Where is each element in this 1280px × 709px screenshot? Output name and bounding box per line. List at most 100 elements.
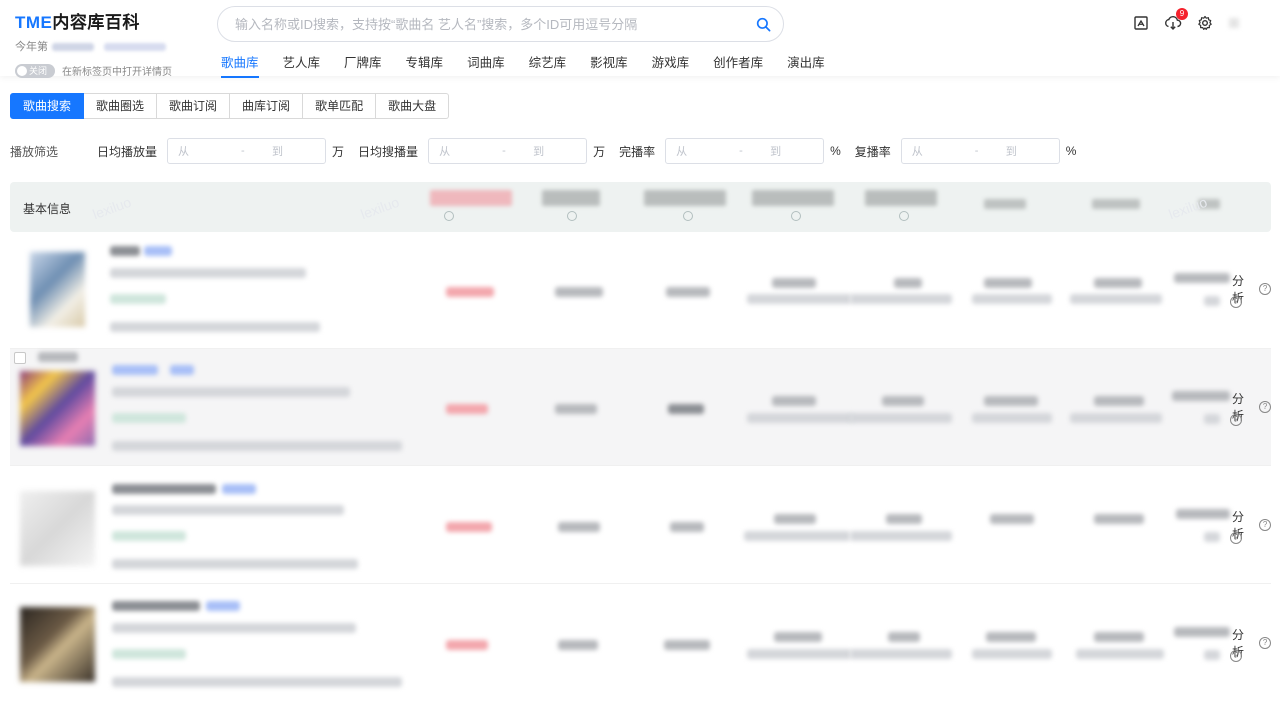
nav-song-library[interactable]: 歌曲库 xyxy=(221,52,259,78)
table-row[interactable]: 分析? ? xyxy=(10,349,1271,466)
nav-film-library[interactable]: 影视库 xyxy=(590,52,628,76)
redacted-value xyxy=(1204,414,1220,424)
filter-name: 日均搜播量 xyxy=(358,144,419,159)
redacted-value xyxy=(972,649,1052,659)
column-header-redacted[interactable] xyxy=(542,190,600,206)
album-cover[interactable] xyxy=(30,252,85,327)
redacted-value xyxy=(1070,413,1162,423)
album-cover[interactable] xyxy=(20,607,95,682)
redacted-value xyxy=(850,531,952,541)
help-icon[interactable]: ? xyxy=(1259,283,1271,295)
redacted-value xyxy=(558,640,598,650)
range-from[interactable]: 从 xyxy=(439,143,502,159)
gear-icon[interactable] xyxy=(1194,12,1216,34)
range-separator: - xyxy=(974,145,979,157)
range-to[interactable]: 到 xyxy=(770,143,781,159)
range-from[interactable]: 从 xyxy=(912,143,975,159)
filter-name: 完播率 xyxy=(619,144,656,159)
nav-album-library[interactable]: 专辑库 xyxy=(406,52,444,76)
nav-creator-library[interactable]: 创作者库 xyxy=(713,52,763,76)
tab-song-selection[interactable]: 歌曲圈选 xyxy=(84,93,158,119)
nav-artist-library[interactable]: 艺人库 xyxy=(283,52,321,76)
range-from[interactable]: 从 xyxy=(178,143,241,159)
nav-variety-library[interactable]: 综艺库 xyxy=(529,52,567,76)
redacted-value xyxy=(986,632,1036,642)
redacted-value xyxy=(1094,396,1144,406)
redacted-text xyxy=(112,387,350,397)
album-cover[interactable] xyxy=(20,491,95,566)
redacted-value xyxy=(747,294,851,304)
nav-label-library[interactable]: 厂牌库 xyxy=(344,52,382,76)
help-icon[interactable]: ? xyxy=(1259,519,1271,531)
help-icon[interactable]: ? xyxy=(1230,414,1242,426)
range-from[interactable]: 从 xyxy=(676,143,739,159)
sort-icon[interactable] xyxy=(791,211,801,221)
daily-search-plays-range[interactable]: 从- 到 xyxy=(428,138,588,164)
redacted-value xyxy=(1070,294,1162,304)
help-icon[interactable]: ? xyxy=(1230,650,1242,662)
nav-game-library[interactable]: 游戏库 xyxy=(652,52,690,76)
redacted-text xyxy=(110,322,320,332)
sort-icon[interactable] xyxy=(899,211,909,221)
library-nav: 歌曲库 艺人库 厂牌库 专辑库 词曲库 综艺库 影视库 游戏库 创作者库 演出库 xyxy=(221,52,849,78)
redacted-value xyxy=(666,287,710,297)
sort-icon[interactable] xyxy=(683,211,693,221)
new-tab-toggle[interactable]: 关闭 xyxy=(15,63,55,78)
column-header-redacted[interactable] xyxy=(430,190,512,206)
table-row[interactable]: 分析? ? xyxy=(10,232,1271,349)
redacted-text xyxy=(110,268,306,278)
redacted-value xyxy=(1176,509,1230,519)
nav-lyric-library[interactable]: 词曲库 xyxy=(467,52,505,76)
new-tab-toggle-label: 在新标签页中打开详情页 xyxy=(62,67,172,78)
redacted-value xyxy=(558,522,600,532)
redacted-value xyxy=(1076,649,1164,659)
completion-rate-range[interactable]: 从- 到 xyxy=(665,138,825,164)
redacted-value xyxy=(984,396,1038,406)
tab-playlist-match[interactable]: 歌单匹配 xyxy=(303,93,377,119)
search-input[interactable] xyxy=(235,16,743,32)
redacted-value xyxy=(1204,532,1220,542)
redacted-text xyxy=(112,365,158,375)
help-icon[interactable]: ? xyxy=(1230,532,1242,544)
range-separator: - xyxy=(502,145,506,157)
range-to[interactable]: 到 xyxy=(1006,143,1017,159)
filter-name: 复播率 xyxy=(854,144,891,159)
tab-song-subscription[interactable]: 歌曲订阅 xyxy=(157,93,231,119)
filter-unit: % xyxy=(830,144,841,158)
album-cover[interactable] xyxy=(20,371,95,446)
search-icon[interactable] xyxy=(743,7,783,41)
tab-library-subscription[interactable]: 曲库订阅 xyxy=(230,93,304,119)
range-to[interactable]: 到 xyxy=(272,143,283,159)
range-to[interactable]: 到 xyxy=(533,143,544,159)
row-select-checkbox[interactable] xyxy=(14,352,26,364)
help-icon[interactable]: ? xyxy=(1259,637,1271,649)
tab-song-dashboard[interactable]: 歌曲大盘 xyxy=(376,93,450,119)
replay-rate-range[interactable]: 从- 到 xyxy=(900,138,1060,164)
redacted-value xyxy=(555,404,597,414)
sort-icon[interactable] xyxy=(567,211,577,221)
nav-show-library[interactable]: 演出库 xyxy=(787,52,825,76)
tab-song-search[interactable]: 歌曲搜索 xyxy=(10,93,85,119)
avatar[interactable] xyxy=(1226,12,1242,34)
redacted-value xyxy=(774,632,822,642)
column-header-redacted[interactable] xyxy=(752,190,834,206)
redacted-value xyxy=(888,632,920,642)
redacted-value xyxy=(446,522,492,532)
cloud-download-icon[interactable]: 9 xyxy=(1162,8,1188,34)
column-header-redacted[interactable] xyxy=(644,190,726,206)
redacted-text xyxy=(112,559,358,569)
brand-title[interactable]: TME内容库百科 xyxy=(15,8,172,33)
help-icon[interactable]: ? xyxy=(1230,296,1242,308)
column-header-redacted[interactable] xyxy=(865,190,937,206)
table-row[interactable]: 分析? ? xyxy=(10,585,1271,709)
redacted-tag xyxy=(112,531,186,541)
redacted-text xyxy=(112,505,344,515)
redacted-value xyxy=(1172,391,1230,401)
brand: TME内容库百科 今年第 关闭 在新标签页中打开详情页 xyxy=(15,8,172,78)
daily-plays-range[interactable]: 从- 到 xyxy=(167,138,327,164)
table-row[interactable]: 分析? ? xyxy=(10,467,1271,584)
redacted-value xyxy=(772,396,816,406)
sort-icon[interactable] xyxy=(444,211,454,221)
image-icon[interactable] xyxy=(1130,12,1152,34)
help-icon[interactable]: ? xyxy=(1259,401,1271,413)
